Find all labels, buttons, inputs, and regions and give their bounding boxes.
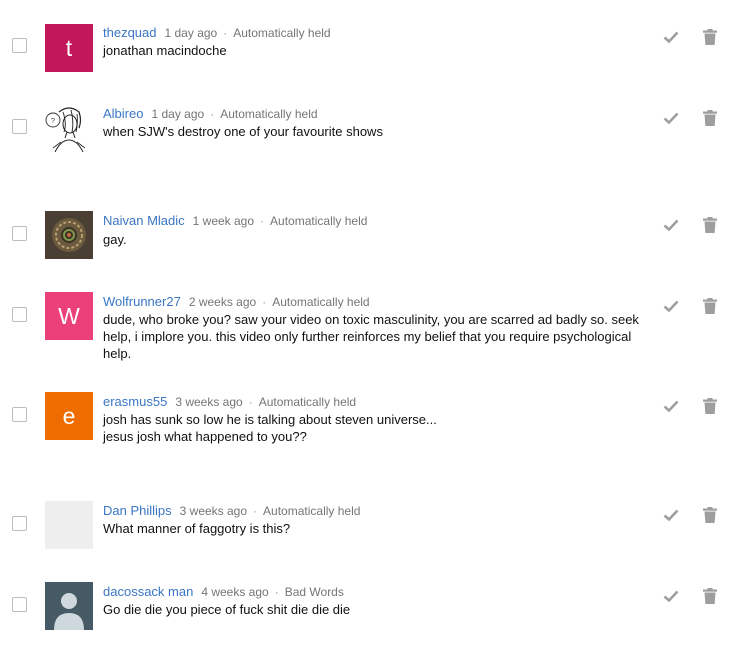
separator-dot: · <box>262 295 267 309</box>
select-checkbox[interactable] <box>12 407 27 422</box>
hold-status: Automatically held <box>263 504 361 518</box>
comment-text: Go die die you piece of fuck shit die di… <box>103 602 351 617</box>
anime-sketch-avatar-icon: ? <box>45 107 86 152</box>
hold-status: Bad Words <box>284 585 344 599</box>
comment-time: 3 weeks ago <box>175 395 243 409</box>
comment-text: jonathan macindoche <box>103 43 227 58</box>
comment-meta: Dan Phillips 3 weeks ago · Automatically he… <box>103 503 360 518</box>
comment-meta: thezquad 1 day ago · Automatically held <box>103 25 331 40</box>
trash-icon <box>703 29 717 45</box>
comment-text: dude, who broke you? saw your video on t… <box>103 312 639 361</box>
approve-button[interactable] <box>661 27 681 47</box>
select-checkbox[interactable] <box>12 226 27 241</box>
comment-text: What manner of faggotry is this? <box>103 521 291 536</box>
trash-icon <box>703 110 717 126</box>
svg-text:?: ? <box>51 118 55 125</box>
comment-meta: Naivan Mladic 1 week ago · Automatically he… <box>103 213 367 228</box>
comment-time: 1 day ago <box>164 26 218 40</box>
comment-time: 1 week ago <box>192 214 255 228</box>
select-checkbox[interactable] <box>12 307 27 322</box>
avatar[interactable] <box>45 211 93 259</box>
remove-button[interactable] <box>700 505 720 525</box>
comment-time: 1 day ago <box>151 107 205 121</box>
trash-icon <box>703 398 717 414</box>
default-person-icon <box>45 582 93 630</box>
select-checkbox[interactable] <box>12 38 27 53</box>
checkmark-icon <box>663 219 679 232</box>
author-name[interactable]: erasmus55 <box>103 394 167 409</box>
avatar-letter: e <box>62 402 76 429</box>
separator-dot: · <box>210 107 215 121</box>
comment-text: when SJW's destroy one of your favourite… <box>103 124 383 139</box>
hold-status: Automatically held <box>258 395 357 409</box>
author-name[interactable]: Albireo <box>103 106 143 121</box>
avatar[interactable]: W <box>45 292 93 340</box>
avatar[interactable] <box>45 582 93 630</box>
hold-status: Automatically held <box>233 26 331 40</box>
remove-button[interactable] <box>700 296 720 316</box>
hold-status: Automatically held <box>270 214 368 228</box>
comment-meta: Wolfrunner27 2 weeks ago · Automatically he… <box>103 294 370 309</box>
trash-icon <box>703 217 717 233</box>
author-name[interactable]: Naivan Mladic <box>103 213 185 228</box>
select-checkbox[interactable] <box>12 597 27 612</box>
checkmark-icon <box>663 509 679 522</box>
approve-button[interactable] <box>661 505 681 525</box>
comment-meta: Albireo 1 day ago · Automatically held <box>103 106 318 121</box>
hold-status: Automatically held <box>220 107 318 121</box>
checkmark-icon <box>663 300 679 313</box>
author-name[interactable]: dacossack man <box>103 584 193 599</box>
remove-button[interactable] <box>700 108 720 128</box>
select-checkbox[interactable] <box>12 516 27 531</box>
comment-meta: dacossack man 4 weeks ago · Bad Words <box>103 584 344 599</box>
approve-button[interactable] <box>661 396 681 416</box>
separator-dot: · <box>248 395 253 409</box>
checkmark-icon <box>663 590 679 603</box>
comment-text: josh has sunk so low he is talking about… <box>103 412 437 444</box>
photo-avatar-icon <box>45 211 93 259</box>
comment-time: 4 weeks ago <box>201 585 269 599</box>
approve-button[interactable] <box>661 215 681 235</box>
checkmark-icon <box>663 400 679 413</box>
comment-time: 3 weeks ago <box>179 504 248 518</box>
separator-dot: · <box>260 214 265 228</box>
separator-dot: · <box>253 504 258 518</box>
avatar[interactable]: ? <box>45 104 93 152</box>
hold-status: Automatically held <box>272 295 370 309</box>
comment-time: 2 weeks ago <box>188 295 257 309</box>
remove-button[interactable] <box>700 396 720 416</box>
trash-icon <box>703 507 717 523</box>
author-name[interactable]: thezquad <box>103 25 157 40</box>
avatar[interactable]: e <box>45 392 93 440</box>
approve-button[interactable] <box>661 586 681 606</box>
author-name[interactable]: Wolfrunner27 <box>103 294 181 309</box>
comment-meta: erasmus55 3 weeks ago · Automatically held <box>103 394 356 409</box>
approve-button[interactable] <box>661 108 681 128</box>
avatar[interactable]: t <box>45 24 93 72</box>
author-name[interactable]: Dan Phillips <box>103 503 172 518</box>
separator-dot: · <box>274 585 279 599</box>
comment-text: gay. <box>103 232 127 247</box>
approve-button[interactable] <box>661 296 681 316</box>
remove-button[interactable] <box>700 586 720 606</box>
remove-button[interactable] <box>700 27 720 47</box>
avatar-letter: W <box>58 302 80 329</box>
trash-icon <box>703 298 717 314</box>
checkmark-icon <box>663 31 679 44</box>
separator-dot: · <box>223 26 228 40</box>
avatar[interactable] <box>45 501 93 549</box>
avatar-letter: t <box>65 34 73 61</box>
select-checkbox[interactable] <box>12 119 27 134</box>
checkmark-icon <box>663 112 679 125</box>
remove-button[interactable] <box>700 215 720 235</box>
trash-icon <box>703 588 717 604</box>
